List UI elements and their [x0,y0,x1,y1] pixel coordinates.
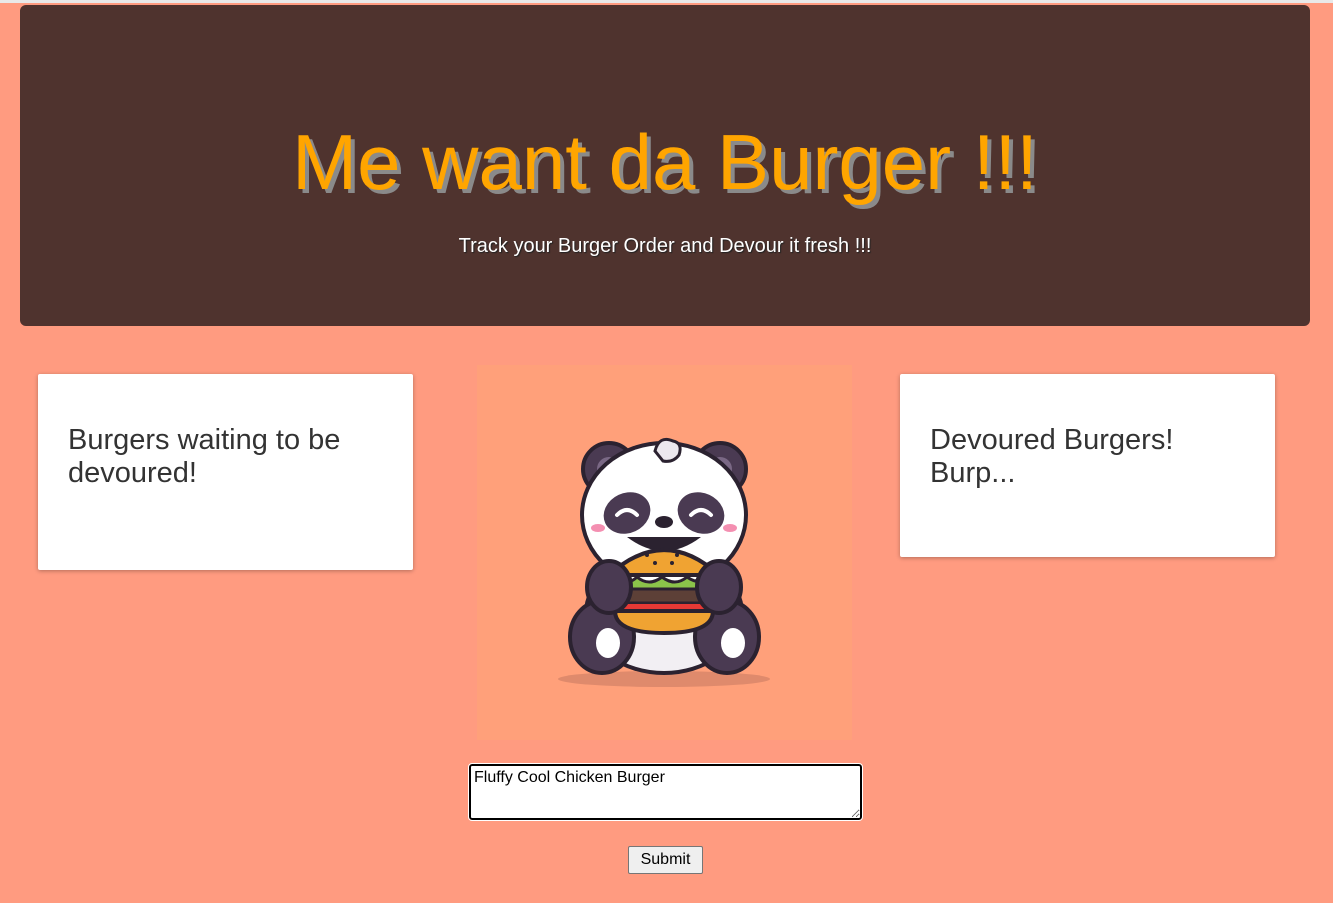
panda-burger-image [477,365,852,740]
waiting-burgers-heading: Burgers waiting to be devoured! [68,424,341,489]
burger-name-input[interactable] [468,763,863,821]
devoured-burgers-panel: Devoured Burgers! Burp... [900,374,1275,557]
page-title: Me want da Burger !!! [292,118,1038,206]
page-subtitle: Track your Burger Order and Devour it fr… [458,235,872,257]
header-banner: Me want da Burger !!! Track your Burger … [20,5,1310,326]
submit-button[interactable]: Submit [628,846,703,874]
panda-eating-burger-icon [558,437,770,687]
waiting-burgers-panel: Burgers waiting to be devoured! [38,374,413,570]
devoured-burgers-heading: Devoured Burgers! Burp... [930,424,1174,489]
